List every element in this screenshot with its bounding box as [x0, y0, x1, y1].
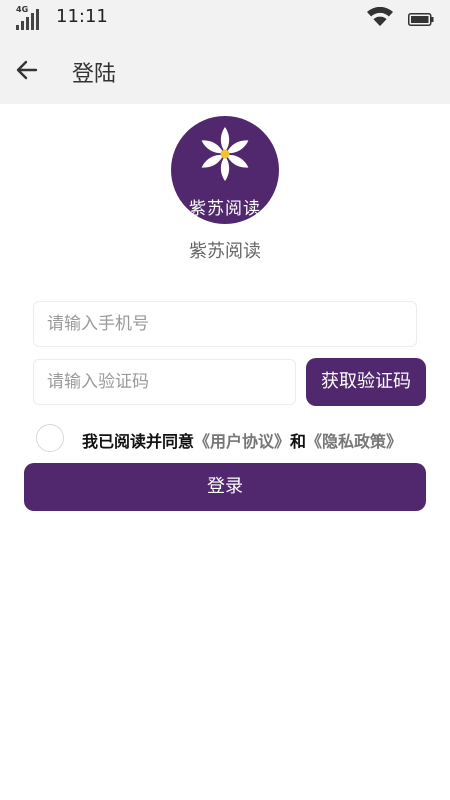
privacy-policy-link[interactable]: 《隐私政策》 [306, 432, 402, 451]
arrow-left-icon [16, 60, 38, 80]
logo-text: 紫苏阅读 [189, 199, 261, 219]
phone-field [33, 301, 417, 347]
agreement-text: 我已阅读并同意《用户协议》和《隐私政策》 [82, 428, 402, 452]
app-logo: 紫苏阅读 [171, 116, 279, 224]
user-agreement-link[interactable]: 《用户协议》 [194, 432, 290, 451]
app-bar: 登陆 [0, 36, 450, 104]
code-field [33, 359, 296, 405]
back-button[interactable] [12, 54, 44, 86]
get-code-button[interactable]: 获取验证码 [306, 358, 426, 406]
signal-icon: 4G [15, 5, 41, 30]
agreement-conjunction: 和 [290, 432, 307, 451]
status-time: 11:11 [56, 6, 108, 27]
agreement-prefix: 我已阅读并同意 [82, 432, 195, 451]
network-type: 4G [16, 5, 29, 14]
battery-icon [408, 11, 434, 26]
agreement-checkbox[interactable] [36, 424, 64, 452]
status-bar: 4G 11:11 [0, 0, 450, 36]
verification-code-input[interactable] [34, 360, 295, 404]
flower-icon [201, 127, 249, 181]
page-title: 登陆 [72, 62, 117, 87]
phone-input[interactable] [34, 302, 416, 346]
login-button[interactable]: 登录 [24, 463, 426, 511]
app-name: 紫苏阅读 [189, 241, 261, 262]
wifi-icon [366, 6, 394, 27]
